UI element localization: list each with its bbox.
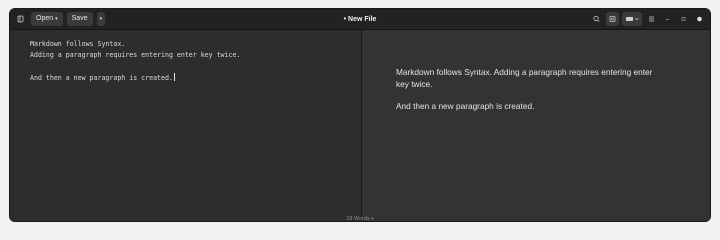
word-count-label: 18 Words: [346, 216, 370, 222]
chevron-down-icon: ▾: [371, 216, 374, 221]
open-button[interactable]: Open ▾: [31, 12, 63, 26]
maximize-button[interactable]: [677, 12, 690, 26]
sidebar-toggle-button[interactable]: [14, 12, 27, 26]
sidebar-icon: [17, 15, 24, 23]
search-button[interactable]: [590, 12, 603, 26]
open-button-label: Open: [36, 15, 54, 22]
minimize-button[interactable]: [661, 12, 674, 26]
app-window: Open ▾ Save ▾ • New File Markdown follow…: [9, 8, 711, 222]
main-menu-button[interactable]: [645, 12, 658, 26]
preview-toggle-button[interactable]: [606, 12, 619, 26]
editor-line-with-cursor: And then a new paragraph is created.: [30, 73, 175, 82]
hamburger-menu-icon: [649, 16, 654, 22]
save-options-button[interactable]: ▾: [96, 12, 106, 26]
window-title-text: New File: [348, 16, 377, 23]
markdown-editor[interactable]: Markdown follows Syntax. Adding a paragr…: [10, 30, 361, 221]
chevron-down-icon: ▾: [55, 16, 58, 22]
preview-paragraph: And then a new paragraph is created.: [396, 101, 535, 111]
header-left-controls: Open ▾ Save ▾: [14, 12, 106, 26]
editor-line: And then a new paragraph is created.: [30, 74, 173, 82]
close-icon: [697, 16, 702, 22]
split-layout-icon: [626, 17, 639, 21]
editor-line: Adding a paragraph requires entering ent…: [30, 51, 241, 59]
minimize-icon: [666, 19, 669, 20]
text-cursor: [173, 73, 175, 81]
save-button[interactable]: Save: [66, 12, 93, 26]
chevron-down-icon: ▾: [99, 16, 103, 22]
search-icon: [593, 15, 600, 22]
modified-indicator: •: [343, 16, 347, 23]
preview-paragraph: Markdown follows Syntax. Adding a paragr…: [396, 67, 653, 89]
editor-line: Markdown follows Syntax.: [30, 40, 126, 48]
close-button[interactable]: [693, 12, 706, 26]
maximize-icon: [681, 17, 686, 21]
save-button-label: Save: [71, 15, 88, 22]
preview-icon: [609, 16, 616, 22]
layout-menu-button[interactable]: [622, 12, 642, 26]
markdown-preview: Markdown follows Syntax. Adding a paragr…: [362, 30, 710, 221]
header-bar: Open ▾ Save ▾ • New File: [10, 9, 710, 30]
header-right-controls: [590, 12, 706, 26]
word-count-button[interactable]: 18 Words ▾: [310, 214, 410, 222]
